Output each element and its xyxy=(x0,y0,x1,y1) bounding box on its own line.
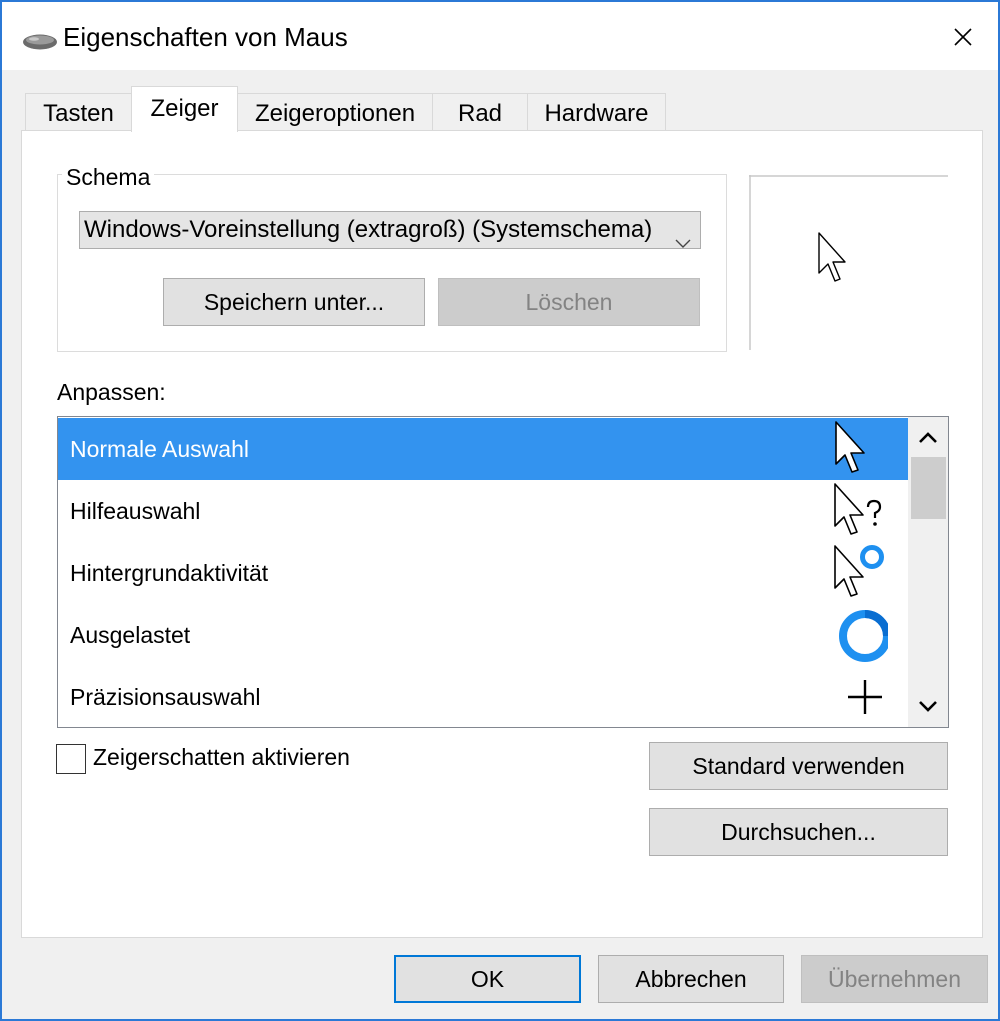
list-item-hintergrundaktivitaet[interactable]: Hintergrundaktivität xyxy=(58,542,908,604)
list-item-label: Hilfeauswahl xyxy=(70,498,201,524)
mouse-properties-window: Eigenschaften von Maus Tasten Zeiger Zei… xyxy=(0,0,1000,1021)
title-bar: Eigenschaften von Maus xyxy=(2,2,998,70)
list-item-ausgelastet[interactable]: Ausgelastet xyxy=(58,604,908,666)
help-cursor-icon xyxy=(828,480,888,542)
tab-zeiger[interactable]: Zeiger xyxy=(131,86,238,132)
tab-tasten[interactable]: Tasten xyxy=(25,93,132,131)
browse-button[interactable]: Durchsuchen... xyxy=(649,808,948,856)
cancel-button[interactable]: Abbrechen xyxy=(598,955,784,1003)
schema-dropdown[interactable]: Windows-Voreinstellung (extragroß) (Syst… xyxy=(79,211,701,249)
scroll-down-button[interactable] xyxy=(908,687,948,727)
list-item-normale-auswahl[interactable]: Normale Auswahl xyxy=(58,418,908,480)
apply-button[interactable]: Übernehmen xyxy=(801,955,988,1003)
pointer-shadow-checkbox[interactable] xyxy=(56,744,86,774)
chevron-up-icon xyxy=(919,432,937,443)
list-item-label: Hintergrundaktivität xyxy=(70,560,269,586)
use-default-button[interactable]: Standard verwenden xyxy=(649,742,948,790)
ok-button[interactable]: OK xyxy=(394,955,581,1003)
crosshair-cursor-icon xyxy=(828,666,888,727)
schema-selected-value: Windows-Voreinstellung (extragroß) (Syst… xyxy=(84,216,653,243)
chevron-down-icon xyxy=(674,224,692,248)
scroll-up-button[interactable] xyxy=(908,417,948,457)
pointer-shadow-label[interactable]: Zeigerschatten aktivieren xyxy=(93,744,350,771)
chevron-down-icon xyxy=(919,701,937,712)
mouse-icon xyxy=(22,33,58,56)
tab-rad[interactable]: Rad xyxy=(432,93,528,131)
arrow-cursor-preview-icon xyxy=(818,232,846,282)
working-in-background-cursor-icon xyxy=(828,542,888,604)
save-as-button[interactable]: Speichern unter... xyxy=(163,278,425,326)
cursor-list[interactable]: Normale Auswahl Hilfeauswahl Hintergrund… xyxy=(57,416,949,728)
close-icon xyxy=(954,28,972,46)
window-title: Eigenschaften von Maus xyxy=(63,22,348,52)
list-item-praezisionsauswahl[interactable]: Präzisionsauswahl xyxy=(58,666,908,727)
tab-hardware[interactable]: Hardware xyxy=(527,93,666,131)
list-item-label: Präzisionsauswahl xyxy=(70,684,261,710)
list-item-label: Normale Auswahl xyxy=(70,436,249,462)
busy-cursor-icon xyxy=(828,604,891,666)
arrow-cursor-icon xyxy=(828,418,888,480)
scroll-thumb[interactable] xyxy=(911,457,946,519)
list-item-hilfeauswahl[interactable]: Hilfeauswahl xyxy=(58,480,908,542)
tab-zeigeroptionen[interactable]: Zeigeroptionen xyxy=(237,93,433,131)
schema-label: Schema xyxy=(62,164,155,191)
delete-button[interactable]: Löschen xyxy=(438,278,700,326)
cursor-preview xyxy=(749,175,948,350)
customize-label: Anpassen: xyxy=(57,379,166,405)
list-scrollbar[interactable] xyxy=(908,417,948,727)
close-button[interactable] xyxy=(940,14,986,60)
list-item-label: Ausgelastet xyxy=(70,622,191,648)
